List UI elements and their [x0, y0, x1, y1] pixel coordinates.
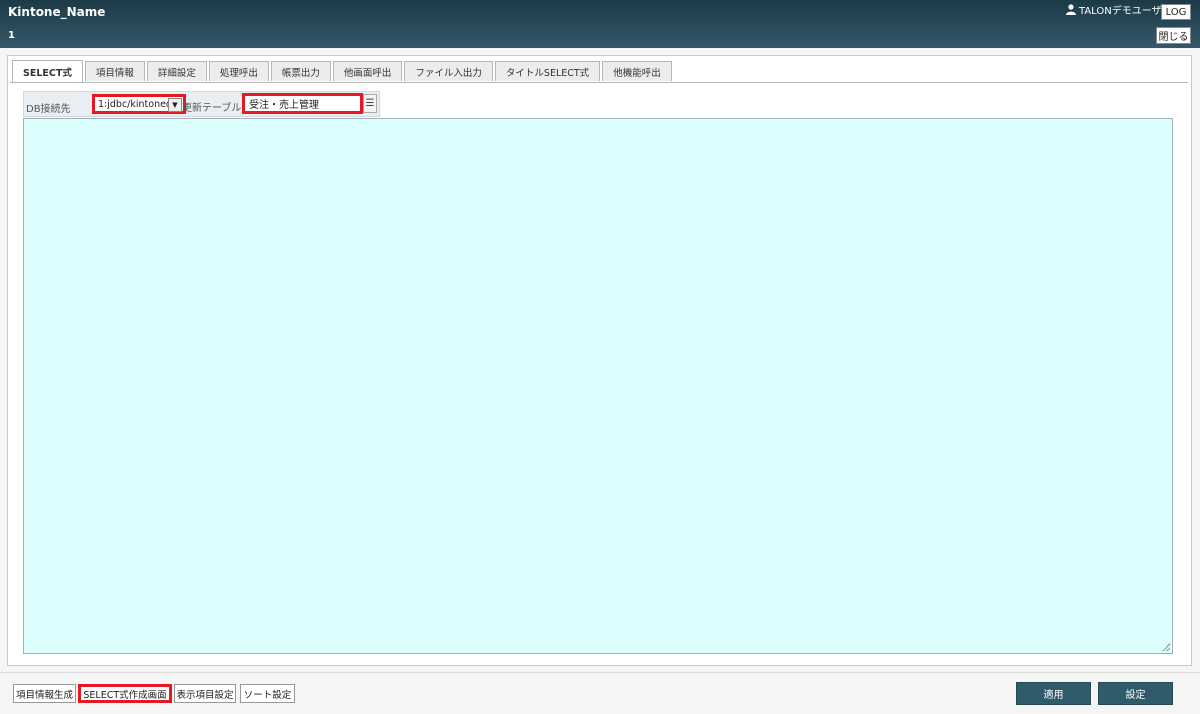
close-button[interactable]: 閉じる: [1156, 27, 1191, 44]
tab-other-screen-call[interactable]: 他画面呼出: [332, 61, 403, 81]
tab-title-select[interactable]: タイトルSELECT式: [494, 61, 601, 81]
update-table-input[interactable]: 受注・売上管理: [242, 93, 363, 114]
resize-handle-icon[interactable]: [1162, 643, 1170, 651]
select-tab-content: DB接続先 1:jdbc/kintonedb ▼ 更新テーブル 受注・売上管理 …: [10, 82, 1188, 661]
apply-button[interactable]: 適用: [1016, 682, 1091, 705]
tab-select-expression[interactable]: SELECT式: [12, 60, 83, 82]
sort-settings-button[interactable]: ソート設定: [240, 684, 295, 703]
table-list-menu-icon[interactable]: ☰: [363, 94, 377, 113]
tab-bar: SELECT式 項目情報 詳細設定 処理呼出 帳票出力 他画面呼出 ファイル入出…: [12, 60, 672, 82]
tab-file-io[interactable]: ファイル入出力: [404, 61, 493, 81]
tab-other-function-call[interactable]: 他機能呼出: [602, 61, 672, 81]
select-builder-button[interactable]: SELECT式作成画面: [78, 684, 172, 703]
app-title: Kintone_Name: [8, 5, 106, 19]
db-connection-select[interactable]: 1:jdbc/kintonedb ▼: [92, 94, 186, 114]
tab-detail-settings[interactable]: 詳細設定: [146, 61, 207, 81]
tab-item-info[interactable]: 項目情報: [84, 61, 145, 81]
tab-process-call[interactable]: 処理呼出: [208, 61, 269, 81]
tab-report-output[interactable]: 帳票出力: [270, 61, 331, 81]
chevron-down-icon[interactable]: ▼: [168, 98, 182, 112]
main-panel: SELECT式 項目情報 詳細設定 処理呼出 帳票出力 他画面呼出 ファイル入出…: [7, 55, 1192, 666]
screen-number: 1: [8, 30, 15, 41]
update-table-label: 更新テーブル: [182, 103, 242, 114]
user-info: TALONデモユーザ: [1066, 2, 1162, 17]
generate-item-info-button[interactable]: 項目情報生成: [13, 684, 76, 703]
user-name: TALONデモユーザ: [1079, 6, 1162, 17]
db-connection-value: 1:jdbc/kintonedb: [98, 98, 178, 110]
app-header: Kintone_Name 1 TALONデモユーザ LOG 閉じる: [0, 0, 1200, 48]
footer-bar: 項目情報生成 SELECT式作成画面 表示項目設定 ソート設定 適用 設定: [0, 672, 1200, 714]
db-connection-label: DB接続先: [26, 104, 71, 115]
log-button[interactable]: LOG: [1161, 4, 1191, 20]
settings-button[interactable]: 設定: [1098, 682, 1173, 705]
user-icon: [1066, 4, 1076, 15]
display-item-settings-button[interactable]: 表示項目設定: [174, 684, 236, 703]
sql-editor[interactable]: [23, 118, 1173, 654]
